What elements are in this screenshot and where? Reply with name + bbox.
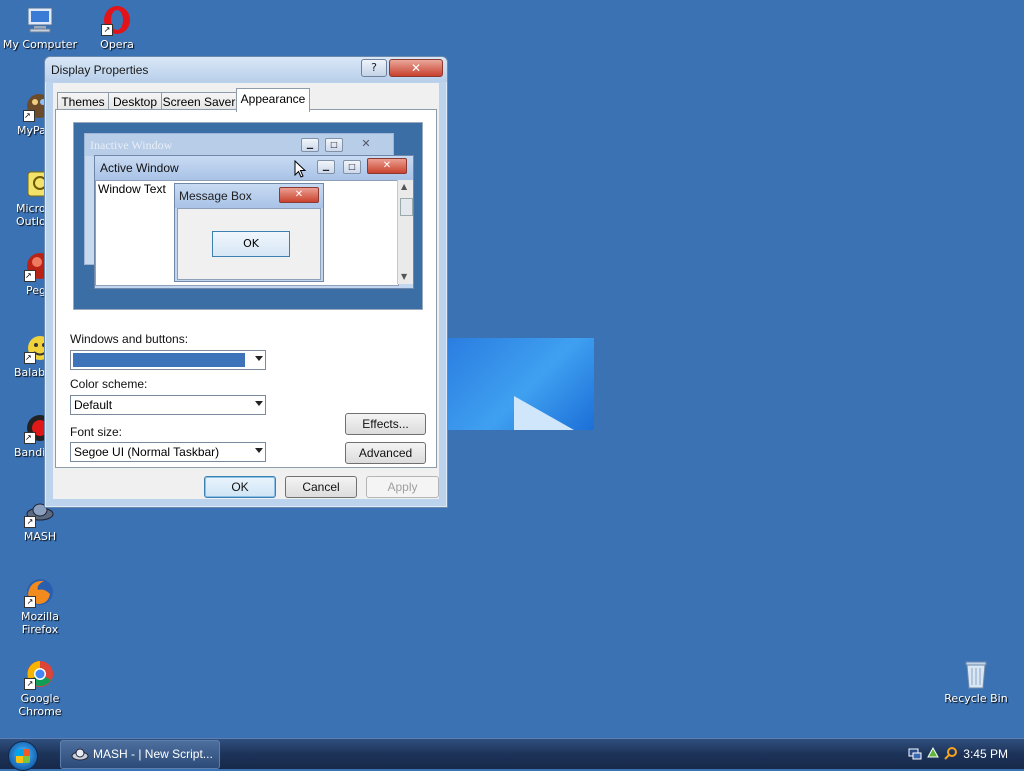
desktop-icon-label: MyPa bbox=[17, 124, 46, 137]
desktop-icon-bandicam[interactable]: ↗ Bandi bbox=[2, 412, 53, 459]
chevron-down-icon bbox=[255, 401, 263, 406]
desktop-icon-label: Peg bbox=[26, 284, 46, 297]
color-scheme-value: Default bbox=[74, 398, 113, 412]
title-bar[interactable]: Display Properties ? ✕ bbox=[45, 57, 447, 82]
taskbar-item-label: MASH - | New Script... bbox=[93, 747, 213, 761]
preview-scrollbar: ▲ ▼ bbox=[397, 180, 413, 284]
chevron-down-icon bbox=[255, 356, 263, 361]
start-button[interactable] bbox=[8, 741, 38, 771]
apply-button[interactable]: Apply bbox=[366, 476, 439, 498]
maximize-icon: □ bbox=[325, 138, 343, 152]
preview-inactive-title: Inactive Window bbox=[85, 134, 393, 156]
system-tray: 3:45 PM bbox=[900, 739, 1024, 769]
close-icon: ✕ bbox=[410, 61, 422, 75]
scroll-up-icon: ▲ bbox=[401, 182, 408, 191]
wallpaper-fragment bbox=[446, 338, 594, 430]
mash-icon bbox=[71, 748, 89, 761]
cancel-button[interactable]: Cancel bbox=[285, 476, 357, 498]
safely-remove-icon[interactable] bbox=[926, 746, 940, 760]
desktop-icon-my-computer[interactable]: My Computer bbox=[2, 4, 78, 51]
ok-button[interactable]: OK bbox=[204, 476, 276, 498]
opera-icon: ↗ bbox=[101, 4, 133, 36]
font-size-label: Font size: bbox=[70, 425, 123, 439]
desktop-icon-label: Balab bbox=[14, 366, 46, 379]
firefox-icon: ↗ bbox=[24, 576, 56, 608]
preview-message-body: OK bbox=[177, 208, 321, 280]
desktop-icon-outlook[interactable]: Micro Outlo bbox=[2, 168, 53, 228]
minimize-icon: ▁ bbox=[301, 138, 319, 152]
desktop-icon-label: Opera bbox=[100, 38, 134, 51]
desktop-icon-chrome[interactable]: ↗ Google Chrome bbox=[2, 658, 78, 718]
maximize-icon: □ bbox=[343, 160, 361, 174]
minimize-icon: ▁ bbox=[317, 160, 335, 174]
scroll-down-icon: ▼ bbox=[401, 272, 408, 281]
search-icon[interactable] bbox=[944, 746, 958, 760]
close-icon: ✕ bbox=[367, 158, 407, 174]
chevron-down-icon bbox=[255, 448, 263, 453]
dialog-client: Themes Desktop Screen Saver Appearance I… bbox=[53, 83, 439, 499]
desktop-icon-label: My Computer bbox=[2, 38, 78, 51]
shortcut-arrow-icon: ↗ bbox=[24, 596, 36, 608]
desktop-icon-label: MASH bbox=[23, 530, 57, 543]
shortcut-arrow-icon: ↗ bbox=[24, 432, 36, 444]
color-scheme-label: Color scheme: bbox=[70, 377, 148, 391]
close-icon: ✕ bbox=[361, 137, 371, 150]
shortcut-arrow-icon: ↗ bbox=[24, 516, 36, 528]
desktop-icon-label: Google Chrome bbox=[18, 692, 62, 718]
windows-buttons-color-swatch bbox=[73, 353, 245, 367]
mouse-cursor-icon bbox=[294, 160, 306, 178]
network-icon[interactable] bbox=[908, 746, 922, 760]
effects-button[interactable]: Effects... bbox=[345, 413, 426, 435]
windows-logo-icon bbox=[16, 749, 30, 763]
close-button[interactable]: ✕ bbox=[389, 59, 443, 77]
chrome-icon: ↗ bbox=[24, 658, 56, 690]
taskbar-item-mash[interactable]: MASH - | New Script... bbox=[60, 740, 220, 769]
preview-message-box: Message Box ✕ OK bbox=[174, 183, 324, 282]
desktop-icon-opera[interactable]: ↗ Opera bbox=[79, 4, 155, 51]
desktop-icon-label: Micro Outlo bbox=[16, 202, 46, 228]
desktop-icon-label: Bandi bbox=[14, 446, 46, 459]
window-title: Display Properties bbox=[51, 63, 149, 77]
scroll-thumb bbox=[400, 198, 413, 216]
recycle-bin-icon bbox=[960, 658, 992, 690]
close-icon: ✕ bbox=[279, 187, 319, 203]
clock[interactable]: 3:45 PM bbox=[963, 747, 1008, 761]
advanced-button[interactable]: Advanced bbox=[345, 442, 426, 464]
desktop-icon-firefox[interactable]: ↗ Mozilla Firefox bbox=[2, 576, 78, 636]
font-size-value: Segoe UI (Normal Taskbar) bbox=[74, 445, 220, 459]
shortcut-arrow-icon: ↗ bbox=[23, 110, 35, 122]
appearance-panel: Inactive Window ▁ □ ✕ Active Window ▁ □ … bbox=[55, 109, 437, 468]
help-button[interactable]: ? bbox=[361, 59, 387, 77]
preview-window-text: Window Text bbox=[98, 182, 166, 196]
color-scheme-dropdown[interactable]: Default bbox=[70, 395, 266, 415]
preview-active-title: Active Window bbox=[95, 156, 413, 180]
windows-buttons-dropdown[interactable] bbox=[70, 350, 266, 370]
desktop-icon-label: Mozilla Firefox bbox=[21, 610, 59, 636]
tab-appearance[interactable]: Appearance bbox=[236, 88, 310, 112]
shortcut-arrow-icon: ↗ bbox=[24, 678, 36, 690]
shortcut-arrow-icon: ↗ bbox=[24, 270, 36, 282]
shortcut-arrow-icon: ↗ bbox=[101, 24, 113, 36]
desktop-icon-balabolka[interactable]: ↗ Balab bbox=[2, 332, 52, 379]
desktop-icon-label: Recycle Bin bbox=[944, 692, 1008, 705]
display-properties-window: Display Properties ? ✕ Themes Desktop Sc… bbox=[44, 56, 448, 508]
my-computer-icon bbox=[24, 4, 56, 36]
font-size-dropdown[interactable]: Segoe UI (Normal Taskbar) bbox=[70, 442, 266, 462]
windows-buttons-label: Windows and buttons: bbox=[70, 332, 189, 346]
taskbar: MASH - | New Script... 3:45 PM bbox=[0, 738, 1024, 771]
desktop-icon-recycle-bin[interactable]: Recycle Bin bbox=[938, 658, 1014, 705]
appearance-preview: Inactive Window ▁ □ ✕ Active Window ▁ □ … bbox=[73, 122, 423, 310]
shortcut-arrow-icon: ↗ bbox=[24, 352, 36, 364]
preview-ok-button: OK bbox=[212, 231, 290, 257]
